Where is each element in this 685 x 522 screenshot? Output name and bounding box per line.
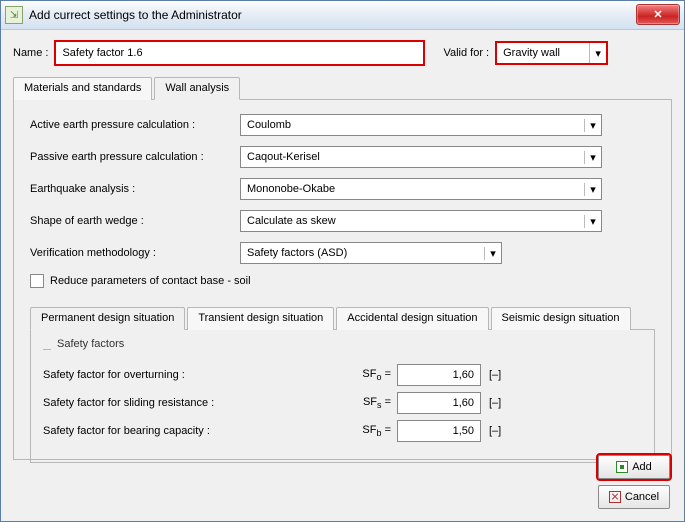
situation-tabs: Permanent design situation Transient des… (30, 306, 655, 330)
chevron-down-icon: ▾ (484, 247, 501, 260)
dialog-buttons: Add Cancel (598, 455, 670, 509)
sf-overturning-unit: [–] (489, 369, 501, 381)
sf-bearing-input[interactable] (397, 420, 481, 442)
title-bar: ⇲ Add currect settings to the Administra… (1, 1, 684, 30)
cancel-icon (609, 491, 621, 503)
passive-pressure-label: Passive earth pressure calculation : (30, 151, 240, 163)
chevron-down-icon: ▾ (589, 43, 606, 63)
active-pressure-label: Active earth pressure calculation : (30, 119, 240, 131)
tab-transient[interactable]: Transient design situation (187, 307, 334, 330)
chevron-down-icon: ▾ (584, 151, 601, 164)
sf-sliding-unit: [–] (489, 397, 501, 409)
passive-pressure-dropdown[interactable]: Caqout-Kerisel ▾ (240, 146, 602, 168)
earthquake-dropdown[interactable]: Mononobe-Okabe ▾ (240, 178, 602, 200)
group-title: Safety factors (57, 338, 124, 350)
verification-dropdown[interactable]: Safety factors (ASD) ▾ (240, 242, 502, 264)
sf-overturning-row: Safety factor for overturning : SFo = [–… (43, 364, 642, 386)
tab-wall-analysis[interactable]: Wall analysis (154, 77, 240, 100)
verification-label: Verification methodology : (30, 247, 240, 259)
chevron-down-icon: ▾ (584, 183, 601, 196)
sf-sliding-symbol: SFs = (343, 396, 391, 410)
close-button[interactable]: ✕ (636, 4, 680, 25)
client-area: Name : Valid for : Gravity wall ▾ Materi… (1, 30, 684, 472)
close-icon: ✕ (653, 8, 662, 21)
valid-for-dropdown[interactable]: Gravity wall ▾ (495, 41, 608, 65)
reduce-parameters-checkbox[interactable]: Reduce parameters of contact base - soil (30, 274, 655, 288)
sf-sliding-input[interactable] (397, 392, 481, 414)
sf-overturning-symbol: SFo = (343, 368, 391, 382)
sf-bearing-unit: [–] (489, 425, 501, 437)
sf-bearing-row: Safety factor for bearing capacity : SFb… (43, 420, 642, 442)
name-input[interactable] (54, 40, 425, 66)
valid-for-label: Valid for : (443, 47, 489, 59)
chevron-down-icon: ▾ (584, 119, 601, 132)
sf-overturning-label: Safety factor for overturning : (43, 369, 343, 381)
earthquake-label: Earthquake analysis : (30, 183, 240, 195)
name-label: Name : (13, 47, 48, 59)
dialog-window: ⇲ Add currect settings to the Administra… (0, 0, 685, 522)
shape-wedge-label: Shape of earth wedge : (30, 215, 240, 227)
tab-permanent[interactable]: Permanent design situation (30, 307, 185, 330)
sf-bearing-label: Safety factor for bearing capacity : (43, 425, 343, 437)
checkbox-icon (30, 274, 44, 288)
app-icon: ⇲ (5, 6, 23, 24)
tab-seismic[interactable]: Seismic design situation (491, 307, 631, 330)
main-tabs: Materials and standards Wall analysis (13, 76, 672, 100)
sf-sliding-label: Safety factor for sliding resistance : (43, 397, 343, 409)
plus-icon (616, 461, 628, 473)
sf-bearing-symbol: SFb = (343, 424, 391, 438)
window-title: Add currect settings to the Administrato… (29, 8, 242, 22)
active-pressure-dropdown[interactable]: Coulomb ▾ (240, 114, 602, 136)
header-row: Name : Valid for : Gravity wall ▾ (13, 40, 672, 66)
tab-accidental[interactable]: Accidental design situation (336, 307, 488, 330)
add-button[interactable]: Add (598, 455, 670, 479)
sf-overturning-input[interactable] (397, 364, 481, 386)
shape-wedge-dropdown[interactable]: Calculate as skew ▾ (240, 210, 602, 232)
tab-materials-standards[interactable]: Materials and standards (13, 77, 152, 100)
wall-analysis-panel: Active earth pressure calculation : Coul… (13, 100, 672, 460)
valid-for-value: Gravity wall (497, 47, 589, 59)
reduce-parameters-label: Reduce parameters of contact base - soil (50, 275, 251, 287)
chevron-down-icon: ▾ (584, 215, 601, 228)
cancel-button[interactable]: Cancel (598, 485, 670, 509)
safety-factors-group: Safety factors Safety factor for overtur… (30, 330, 655, 463)
sf-sliding-row: Safety factor for sliding resistance : S… (43, 392, 642, 414)
